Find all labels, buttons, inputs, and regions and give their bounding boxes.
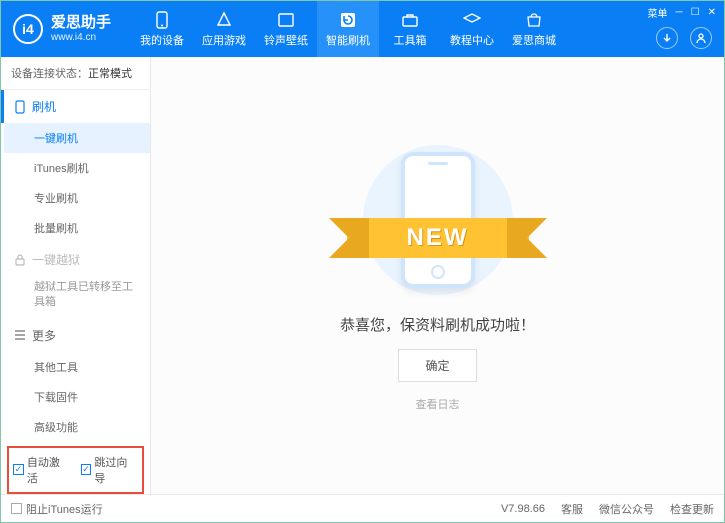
ok-button[interactable]: 确定 <box>398 349 476 382</box>
phone-small-icon <box>14 100 26 114</box>
window-controls: 菜单 ─ ☐ ✕ <box>648 5 716 20</box>
options-highlight: ✓ 自动激活 ✓ 跳过向导 <box>7 446 144 494</box>
nav-store[interactable]: 爱思商城 <box>503 1 565 57</box>
version-label: V7.98.66 <box>501 503 545 515</box>
nav-label: 教程中心 <box>450 32 494 48</box>
top-nav: 我的设备 应用游戏 铃声壁纸 智能刷机 工具箱 教程中心 <box>131 1 565 57</box>
wechat-link[interactable]: 微信公众号 <box>599 501 654 517</box>
checkbox-block-itunes[interactable]: 阻止iTunes运行 <box>11 501 103 517</box>
sidebar-item-oneclick[interactable]: 一键刷机 <box>4 123 150 153</box>
section-jailbreak[interactable]: 一键越狱 <box>4 243 150 276</box>
download-button[interactable] <box>656 27 678 49</box>
sidebar-item-advanced[interactable]: 高级功能 <box>4 412 150 442</box>
view-log-link[interactable]: 查看日志 <box>416 396 460 412</box>
main-content: NEW 恭喜您，保资料刷机成功啦！ 确定 查看日志 <box>151 57 724 494</box>
nav-label: 应用游戏 <box>202 32 246 48</box>
wallpaper-icon <box>277 11 295 29</box>
check-icon: ✓ <box>81 464 92 475</box>
app-url: www.i4.cn <box>51 32 111 44</box>
sidebar-item-itunes[interactable]: iTunes刷机 <box>4 153 150 183</box>
nav-ringtones[interactable]: 铃声壁纸 <box>255 1 317 57</box>
list-icon <box>14 330 26 340</box>
nav-tutorials[interactable]: 教程中心 <box>441 1 503 57</box>
nav-label: 智能刷机 <box>326 32 370 48</box>
sidebar-item-other[interactable]: 其他工具 <box>4 352 150 382</box>
minimize-icon[interactable]: ─ <box>676 7 683 18</box>
checkbox-auto-activate[interactable]: ✓ 自动激活 <box>13 454 71 486</box>
jailbreak-note: 越狱工具已转移至工具箱 <box>4 276 150 319</box>
nav-label: 工具箱 <box>394 32 427 48</box>
phone-icon <box>153 11 171 29</box>
app-title: 爱思助手 <box>51 14 111 32</box>
header: i4 爱思助手 www.i4.cn 我的设备 应用游戏 铃声壁纸 智能刷机 <box>1 1 724 57</box>
user-button[interactable] <box>690 27 712 49</box>
check-icon: ✓ <box>13 464 24 475</box>
toolbox-icon <box>401 11 419 29</box>
menu-label[interactable]: 菜单 <box>648 5 668 20</box>
nav-label: 铃声壁纸 <box>264 32 308 48</box>
sidebar: 设备连接状态：正常模式 刷机 一键刷机 iTunes刷机 专业刷机 批量刷机 一… <box>1 57 151 494</box>
checkbox-icon <box>11 503 22 514</box>
nav-toolbox[interactable]: 工具箱 <box>379 1 441 57</box>
section-more[interactable]: 更多 <box>4 319 150 352</box>
success-illustration: NEW <box>353 140 523 300</box>
update-link[interactable]: 检查更新 <box>670 501 714 517</box>
sidebar-item-batch[interactable]: 批量刷机 <box>4 213 150 243</box>
lock-icon <box>14 254 26 266</box>
close-icon[interactable]: ✕ <box>708 7 716 18</box>
nav-my-device[interactable]: 我的设备 <box>131 1 193 57</box>
app-window: i4 爱思助手 www.i4.cn 我的设备 应用游戏 铃声壁纸 智能刷机 <box>0 0 725 523</box>
apps-icon <box>215 11 233 29</box>
nav-label: 爱思商城 <box>512 32 556 48</box>
maximize-icon[interactable]: ☐ <box>691 7 700 18</box>
connection-status: 设备连接状态：正常模式 <box>1 57 150 90</box>
nav-flash[interactable]: 智能刷机 <box>317 1 379 57</box>
refresh-icon <box>339 11 357 29</box>
store-icon <box>525 11 543 29</box>
graduation-icon <box>463 11 481 29</box>
new-ribbon: NEW <box>347 218 529 258</box>
footer: 阻止iTunes运行 V7.98.66 客服 微信公众号 检查更新 <box>1 494 724 522</box>
sidebar-item-pro[interactable]: 专业刷机 <box>4 183 150 213</box>
nav-label: 我的设备 <box>140 32 184 48</box>
logo-icon: i4 <box>13 14 43 44</box>
logo: i4 爱思助手 www.i4.cn <box>1 14 131 44</box>
section-flash[interactable]: 刷机 <box>1 90 150 123</box>
sidebar-item-download[interactable]: 下载固件 <box>4 382 150 412</box>
service-link[interactable]: 客服 <box>561 501 583 517</box>
checkbox-skip-guide[interactable]: ✓ 跳过向导 <box>81 454 139 486</box>
nav-apps[interactable]: 应用游戏 <box>193 1 255 57</box>
success-message: 恭喜您，保资料刷机成功啦！ <box>340 314 535 335</box>
